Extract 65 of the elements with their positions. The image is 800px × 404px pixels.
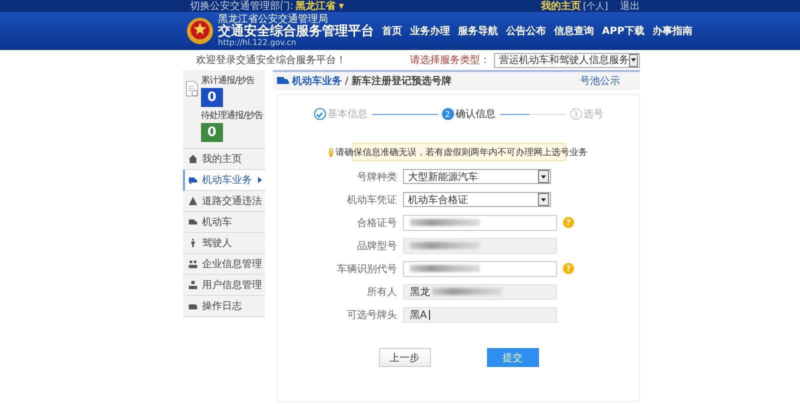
field-label: 品牌型号: [356, 240, 397, 252]
step-label: 选号: [584, 108, 604, 121]
platform-title: 交通安全综合服务管理平台: [218, 24, 374, 39]
step-label: 基本信息: [328, 108, 368, 121]
breadcrumb-link[interactable]: 机动车业务: [292, 74, 342, 88]
sidebar-item[interactable]: 企业信息管理: [183, 254, 265, 275]
step-label: 确认信息: [456, 108, 496, 121]
nav-link[interactable]: 信息查询: [554, 24, 594, 38]
menu-icon: [188, 217, 198, 227]
number-pool-link[interactable]: 号池公示: [580, 74, 620, 88]
organization-name: 黑龙江省公安交通管理局: [218, 14, 328, 25]
select-field[interactable]: 机动车合格证: [403, 192, 551, 207]
nav-link[interactable]: 服务导航: [458, 24, 498, 38]
nav-link[interactable]: 业务办理: [410, 24, 450, 38]
menu-icon: [188, 280, 198, 290]
dropdown-arrow-icon: [631, 58, 636, 62]
nav-link[interactable]: 办事指南: [652, 24, 692, 38]
input-field: 黑龙: [403, 284, 557, 300]
site-url: http://hl.122.gov.cn: [218, 39, 298, 48]
input-field[interactable]: [403, 260, 557, 276]
step-marker: 2: [442, 108, 454, 120]
dropdown-arrow-icon: [541, 198, 546, 202]
menu-icon: [188, 154, 198, 164]
sidebar-item[interactable]: 道路交通违法: [183, 191, 265, 212]
logout-link[interactable]: 退出: [620, 0, 640, 13]
field-label: 合格证号: [356, 216, 397, 230]
nav-link[interactable]: APP下载: [602, 24, 644, 38]
service-type-select[interactable]: 营运机动车和驾驶人信息服务: [494, 52, 640, 68]
field-label: 号牌种类: [356, 170, 397, 184]
step-marker: 3: [570, 108, 582, 120]
breadcrumb-separator: /: [345, 76, 348, 86]
menu-icon: [188, 175, 198, 185]
emblem-logo: [186, 17, 214, 45]
breadcrumb-current: 新车注册登记预选号牌: [351, 74, 452, 88]
welcome-text: 欢迎登录交通安全综合服务平台！: [196, 54, 347, 67]
switch-department-label: 切换公安交通管理部门:: [190, 0, 294, 13]
notice-text: 请确保信息准确无误，若有虚假则两年内不可办理网上选号业务: [336, 146, 588, 158]
caret-icon: [258, 177, 262, 183]
field-label: 所有人: [366, 286, 397, 298]
sidebar-item[interactable]: 操作日志: [183, 296, 265, 317]
nav-link[interactable]: 首页: [382, 24, 402, 38]
stat-count[interactable]: 0: [200, 123, 223, 142]
user-type-label: [个人]: [582, 0, 608, 12]
select-field[interactable]: 大型新能源汽车: [403, 169, 551, 184]
stat-label: 待处理通报/抄告: [200, 110, 263, 122]
menu-icon: [188, 196, 198, 206]
input-field: 黑A: [403, 306, 557, 322]
input-field[interactable]: [403, 214, 557, 230]
dropdown-arrow-icon: [541, 174, 546, 178]
sidebar-item[interactable]: 机动车: [183, 212, 265, 233]
region-dropdown[interactable]: 黑龙江省 ▾: [295, 0, 344, 13]
service-type-label: 请选择服务类型：: [410, 54, 490, 67]
my-home-link[interactable]: 我的主页: [540, 0, 581, 13]
field-label: 可选号牌头: [346, 308, 397, 322]
truck-icon: [277, 76, 289, 86]
nav-link[interactable]: 公告公布: [506, 24, 546, 38]
sidebar-item[interactable]: 用户信息管理: [183, 275, 265, 296]
stat-label: 累计通报/抄告: [200, 74, 254, 87]
stat-count[interactable]: 0: [200, 88, 223, 107]
sidebar-item[interactable]: 驾驶人: [183, 233, 265, 254]
sidebar-item[interactable]: 机动车业务: [183, 170, 265, 191]
field-label: 车辆识别代号: [336, 262, 397, 276]
field-label: 机动车凭证: [346, 194, 397, 206]
back-button[interactable]: 上一步: [378, 348, 430, 367]
menu-icon: [188, 259, 198, 269]
